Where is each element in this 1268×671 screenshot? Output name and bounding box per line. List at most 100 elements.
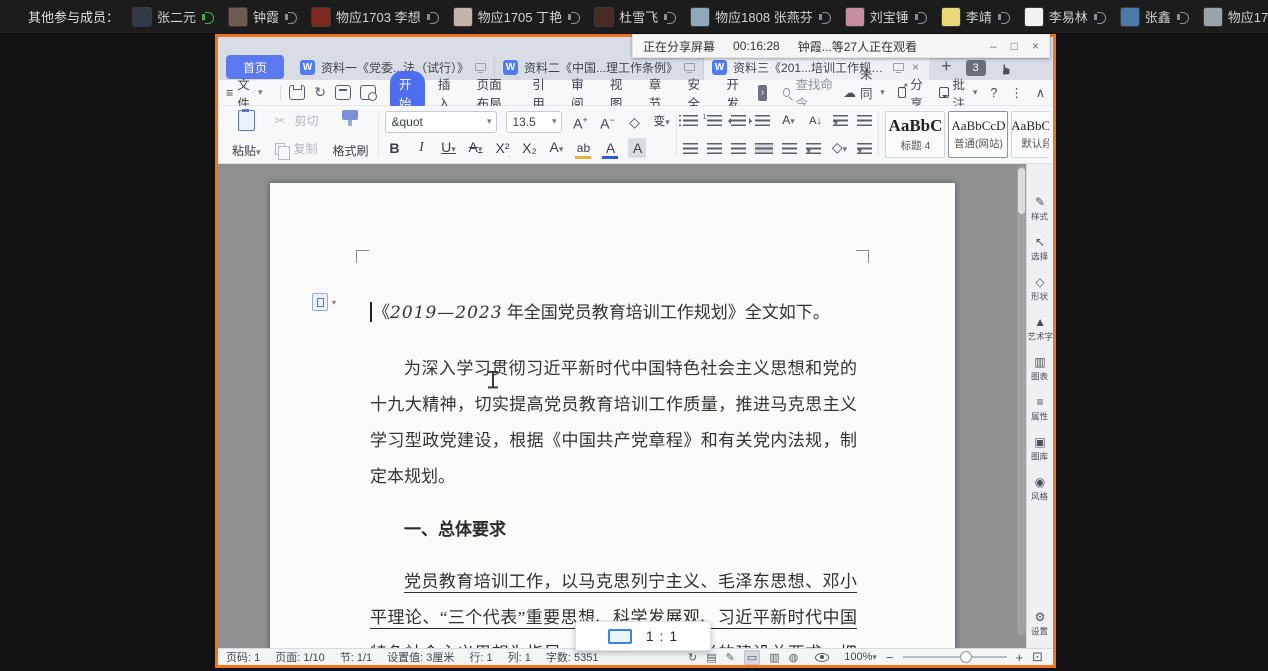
participant-chip[interactable]: 物应1808 张燕芬 — [690, 7, 832, 27]
participant-chip[interactable]: 张鑫 — [1120, 7, 1190, 27]
sort-button[interactable]: A↓ — [806, 111, 824, 131]
participant-chip[interactable]: 张二元 — [132, 7, 215, 27]
style-normal-web[interactable]: AaBbCcD 普通(网站) — [948, 111, 1008, 158]
font-color-button[interactable]: A — [601, 138, 619, 158]
participant-name: 李易林 — [1049, 7, 1088, 26]
participant-chip[interactable]: 杜雪飞 — [594, 7, 677, 27]
participant-chip[interactable]: 刘宝锤 — [845, 7, 928, 27]
decrease-indent-icon[interactable] — [731, 115, 746, 126]
table-grid-icon[interactable] — [857, 115, 872, 126]
task-pane-icon[interactable]: ↻ — [688, 651, 697, 664]
close-button[interactable]: × — [1032, 39, 1039, 53]
shading-fill-icon[interactable]: ◇ — [830, 137, 848, 159]
more-options-icon[interactable]: ⋮ — [1010, 85, 1023, 100]
align-left-icon[interactable] — [683, 143, 698, 154]
margin-crop-mark — [856, 250, 869, 263]
ribbon-overflow-button[interactable]: › — [758, 85, 767, 101]
zoom-level-value[interactable]: 100% — [844, 651, 877, 663]
increase-indent-icon[interactable] — [755, 115, 770, 126]
paragraph-layout-icon[interactable] — [806, 143, 821, 154]
help-button[interactable]: ? — [990, 86, 997, 100]
monitor-icon — [475, 63, 486, 71]
copy-button[interactable]: 复制 — [275, 140, 319, 157]
character-shading-button[interactable]: A — [628, 138, 646, 158]
justify-icon[interactable] — [755, 143, 773, 154]
style-default-paragraph[interactable]: AaBbCcDd 默认段... — [1011, 111, 1049, 158]
status-word-count[interactable]: 字数: 5351 — [546, 649, 599, 665]
rail-theme-button[interactable]: ◉风格 — [1030, 476, 1049, 503]
style-heading4[interactable]: AaBbC 标题 4 — [885, 111, 945, 158]
participant-avatar — [1024, 7, 1044, 27]
bold-button[interactable]: B — [385, 138, 403, 158]
style-name: 标题 4 — [901, 138, 931, 153]
web-layout-icon[interactable]: ◍ — [789, 651, 799, 664]
shrink-font-button[interactable]: A− — [598, 110, 616, 134]
paste-options-popup-icon[interactable] — [312, 293, 328, 311]
borders-icon[interactable] — [857, 143, 872, 154]
rail-wordart-button[interactable]: ▲艺术字 — [1026, 316, 1053, 343]
participant-chip[interactable]: 李易林 — [1024, 7, 1107, 27]
undo-icon[interactable]: ↻ — [314, 84, 326, 101]
collapse-ribbon-icon[interactable]: ∧ — [1036, 85, 1045, 100]
grow-font-button[interactable]: A+ — [571, 110, 589, 134]
cut-button[interactable]: ✂ 剪切 — [275, 112, 319, 129]
superscript-button[interactable]: X² — [493, 138, 511, 158]
character-scale-button[interactable]: A — [779, 110, 797, 131]
bullet-list-icon[interactable] — [683, 115, 698, 126]
participant-chip[interactable]: 物应1705 丁艳 — [453, 7, 582, 27]
underline-button[interactable]: U — [439, 137, 457, 159]
fit-page-icon[interactable]: ⊡ — [1032, 649, 1043, 665]
print-preview-icon[interactable] — [360, 85, 376, 100]
clear-format-button[interactable]: ◇ — [625, 112, 643, 132]
strikethrough-button[interactable]: A — [466, 137, 484, 159]
zoom-in-button[interactable]: + — [1016, 650, 1024, 665]
text-effects-button[interactable]: A — [547, 137, 565, 159]
participant-chip[interactable]: 物应1703 李想 — [311, 7, 440, 27]
zoom-slider-knob[interactable] — [960, 651, 972, 663]
align-right-icon[interactable] — [731, 143, 746, 154]
italic-button[interactable]: I — [412, 138, 430, 158]
rail-label: 艺术字 — [1027, 330, 1053, 343]
read-mode-icon[interactable]: ▤ — [706, 651, 716, 664]
hand-icon[interactable]: ☛ — [997, 63, 1014, 76]
rail-settings-button[interactable]: ⚙设置 — [1030, 611, 1049, 638]
print-icon[interactable] — [335, 85, 351, 100]
paste-button[interactable]: 粘贴 — [228, 110, 265, 159]
title-open: 《 — [373, 303, 390, 322]
participant-chip[interactable]: 物应1702 何波浪 — [1203, 7, 1268, 27]
maximize-button[interactable]: □ — [1011, 39, 1018, 53]
share-viewers-text[interactable]: 钟霞...等27人正在观看 — [798, 38, 917, 55]
zoom-slider[interactable] — [903, 656, 1007, 658]
line-spacing-icon[interactable] — [833, 115, 848, 126]
rail-styles-button[interactable]: ✎样式 — [1030, 196, 1049, 223]
vertical-scrollbar[interactable] — [1017, 166, 1026, 635]
rail-shapes-button[interactable]: ◇形状 — [1030, 276, 1049, 303]
pinyin-guide-button[interactable]: 变 — [652, 111, 670, 132]
rail-gallery-button[interactable]: ▣图库 — [1030, 436, 1049, 463]
print-layout-icon[interactable]: ▭ — [744, 650, 760, 665]
participant-chip[interactable]: 钟霞 — [228, 7, 298, 27]
participant-avatar — [1120, 7, 1140, 27]
align-center-icon[interactable] — [707, 143, 722, 154]
ink-mode-icon[interactable]: ✎ — [726, 651, 735, 664]
document-text[interactable]: 《2019—2023 年全国党员教育培训工作规划》全文如下。 为深入学习贯彻习近… — [370, 295, 857, 648]
font-name-select[interactable]: &quot — [385, 111, 497, 133]
outline-view-icon[interactable]: ▥ — [769, 651, 779, 664]
save-icon[interactable] — [289, 85, 305, 100]
font-size-select[interactable]: 13.5 — [506, 111, 562, 133]
rail-properties-button[interactable]: ≡属性 — [1030, 396, 1049, 423]
participant-chip[interactable]: 李靖 — [941, 7, 1011, 27]
scrollbar-thumb[interactable] — [1018, 168, 1025, 214]
numbered-list-icon[interactable] — [707, 115, 722, 126]
rail-chart-button[interactable]: ▥图表 — [1030, 356, 1049, 383]
eye-protection-icon[interactable] — [815, 653, 829, 662]
minimize-button[interactable]: – — [990, 39, 997, 53]
zoom-out-button[interactable]: − — [886, 650, 894, 665]
format-painter-button[interactable]: 格式刷 — [328, 110, 372, 159]
rail-select-button[interactable]: ↖选择 — [1030, 236, 1049, 263]
document-page[interactable]: 《2019—2023 年全国党员教育培训工作规划》全文如下。 为深入学习贯彻习近… — [270, 183, 955, 648]
participant-avatar — [690, 7, 710, 27]
distribute-icon[interactable] — [782, 143, 797, 154]
subscript-button[interactable]: X₂ — [520, 138, 538, 158]
highlight-color-button[interactable]: ab — [574, 138, 592, 158]
